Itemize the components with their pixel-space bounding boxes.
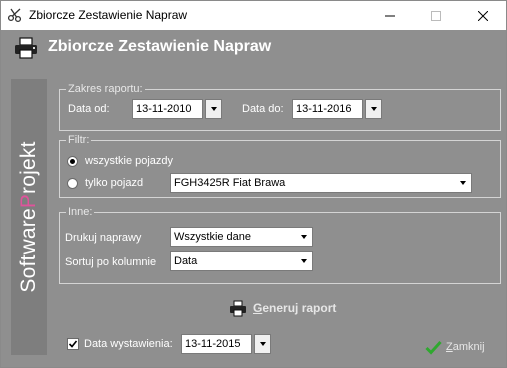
title-bar: Zbiorcze Zestawienie Napraw — [1, 1, 506, 30]
window-title: Zbiorcze Zestawienie Napraw — [29, 8, 188, 22]
close-button-label: Zamknij — [446, 341, 485, 353]
other-legend: Inne: — [66, 205, 95, 219]
printer-icon — [230, 300, 246, 316]
report-range-legend: Zakres raportu: — [66, 82, 145, 96]
filter-legend: Filtr: — [66, 133, 92, 147]
maximize-button[interactable] — [413, 1, 459, 30]
radio-all-vehicles-label[interactable]: wszystkie pojazdy — [85, 154, 173, 168]
generate-report-button[interactable]: Generuj raport — [229, 297, 336, 319]
date-from-label: Data od: — [68, 103, 110, 115]
checkmark-icon — [425, 340, 442, 355]
sort-column-select[interactable]: Data — [170, 251, 313, 271]
date-to-field[interactable]: 13-11-2016 — [292, 99, 363, 119]
report-window: Zbiorcze Zestawienie Napraw Zbiorcze Zes… — [0, 0, 507, 368]
issue-date-field[interactable]: 13-11-2015 — [181, 334, 252, 354]
brand-logo: SoftwareProjekt — [17, 141, 40, 293]
print-repairs-select[interactable]: Wszystkie dane — [170, 227, 313, 247]
brand-sidebar: SoftwareProjekt — [11, 79, 47, 355]
close-button[interactable]: Zamknij — [425, 337, 485, 357]
header-bar: Zbiorcze Zestawienie Napraw — [1, 30, 506, 66]
sort-column-value: Data — [174, 255, 198, 267]
issue-date-label: Data wystawienia: — [84, 338, 173, 350]
sort-column-label: Sortuj po kolumnie — [65, 256, 157, 268]
chevron-down-icon — [370, 107, 377, 111]
printer-icon — [15, 37, 37, 59]
radio-single-vehicle-label[interactable]: tylko pojazd — [85, 176, 143, 190]
chevron-down-icon — [455, 174, 471, 192]
close-icon — [478, 10, 488, 21]
chevron-down-icon — [210, 107, 217, 111]
chevron-down-icon — [296, 228, 312, 246]
date-from-field[interactable]: 13-11-2010 — [132, 99, 203, 119]
vehicle-select[interactable]: FGH3425R Fiat Brawa — [170, 173, 472, 193]
scissors-icon — [7, 8, 22, 23]
close-window-button[interactable] — [460, 1, 506, 30]
other-group: Inne: — [59, 205, 501, 284]
vehicle-select-value: FGH3425R Fiat Brawa — [174, 177, 286, 189]
date-to-dropdown[interactable] — [365, 99, 382, 119]
minimize-icon — [385, 15, 395, 16]
minimize-button[interactable] — [367, 1, 413, 30]
header-title: Zbiorcze Zestawienie Napraw — [48, 38, 272, 55]
generate-report-label: Generuj raport — [253, 301, 337, 315]
print-repairs-value: Wszystkie dane — [174, 231, 252, 243]
print-repairs-label: Drukuj naprawy — [65, 232, 142, 244]
date-to-label: Data do: — [242, 103, 284, 115]
date-from-dropdown[interactable] — [205, 99, 222, 119]
maximize-icon — [431, 10, 441, 21]
checkmark-icon — [68, 340, 78, 348]
radio-all-vehicles[interactable] — [67, 156, 78, 167]
radio-single-vehicle[interactable] — [67, 178, 78, 189]
chevron-down-icon — [296, 252, 312, 270]
issue-date-checkbox[interactable] — [67, 338, 79, 350]
chevron-down-icon — [259, 342, 266, 346]
issue-date-dropdown[interactable] — [254, 334, 271, 354]
